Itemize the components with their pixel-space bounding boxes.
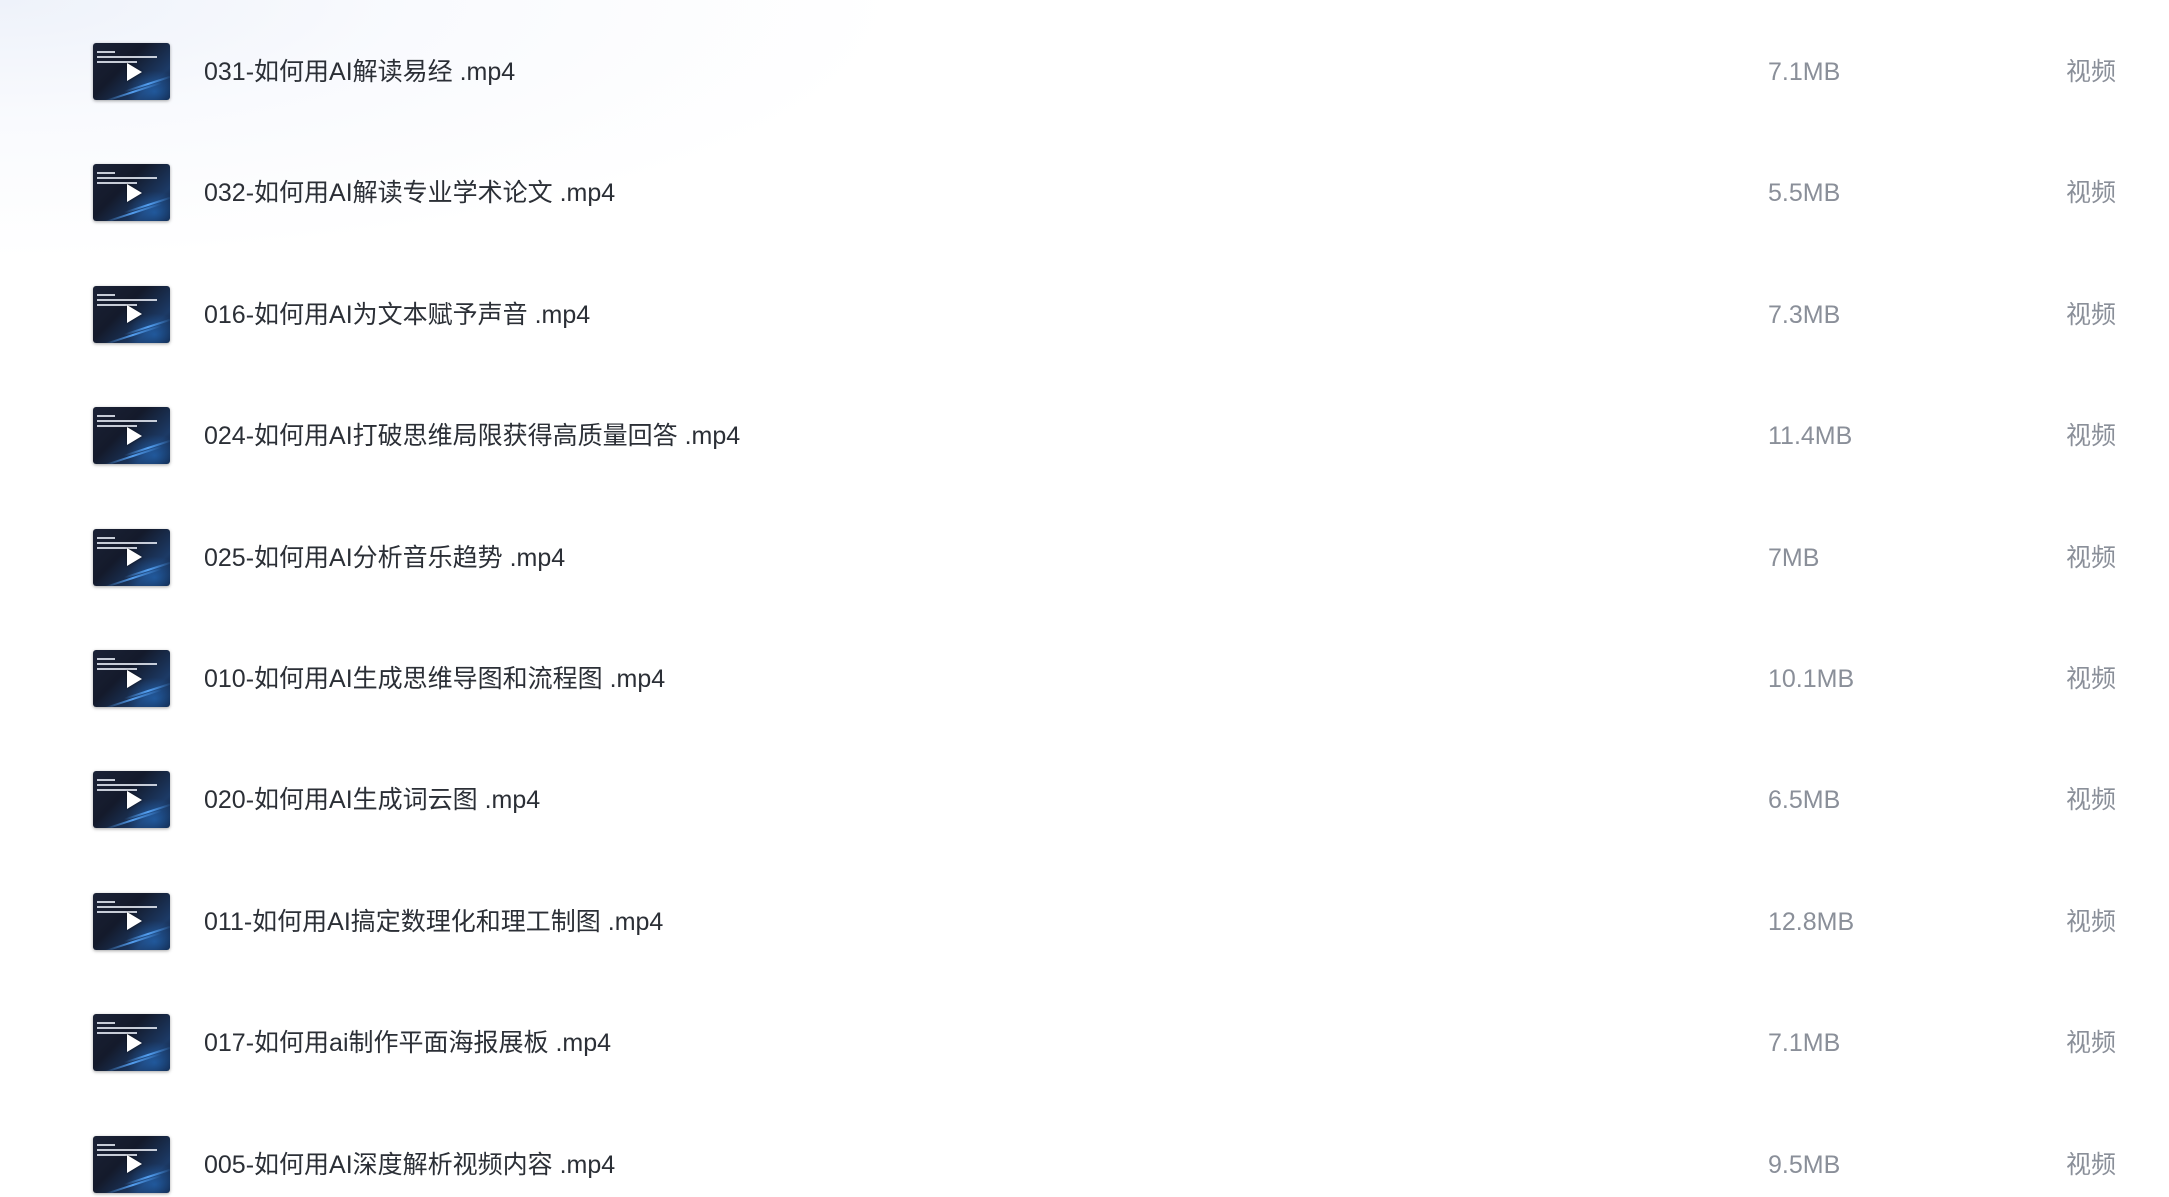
video-thumbnail[interactable] bbox=[93, 650, 170, 707]
file-name[interactable]: 032-如何用AI解读专业学术论文 .mp4 bbox=[204, 178, 615, 208]
video-thumbnail[interactable] bbox=[93, 43, 170, 100]
file-size: 7.1MB bbox=[1768, 58, 1841, 86]
thumbnail-light-streak bbox=[104, 445, 162, 465]
file-row[interactable]: 016-如何用AI为文本赋予声音 .mp4 7.3MB 视频 bbox=[0, 255, 2169, 375]
thumbnail-light-streak bbox=[104, 567, 162, 586]
file-size: 9.5MB bbox=[1768, 1150, 1841, 1179]
thumbnail-light-streak bbox=[104, 810, 162, 829]
video-play-icon bbox=[126, 548, 142, 567]
file-type: 视频 bbox=[2066, 543, 2117, 572]
thumbnail-light-streak bbox=[104, 203, 162, 222]
video-play-icon bbox=[126, 1033, 142, 1052]
file-list-page: 031-如何用AI解读易经 .mp4 7.1MB 视频 032-如何用AI解读专业学术… bbox=[0, 0, 2169, 1197]
video-thumbnail[interactable] bbox=[93, 285, 170, 343]
file-name[interactable]: 005-如何用AI深度解析视频内容 .mp4 bbox=[204, 1150, 615, 1180]
thumbnail-light-streak bbox=[104, 324, 162, 343]
video-play-icon bbox=[126, 183, 142, 202]
file-type: 视频 bbox=[2066, 58, 2117, 86]
file-type: 视频 bbox=[2066, 907, 2117, 936]
video-play-icon bbox=[126, 912, 142, 931]
file-type: 视频 bbox=[2066, 300, 2117, 329]
video-play-icon bbox=[126, 426, 142, 445]
file-type: 视频 bbox=[2066, 1150, 2117, 1179]
file-row[interactable]: 005-如何用AI深度解析视频内容 .mp4 9.5MB 视频 bbox=[0, 1105, 2169, 1197]
file-name[interactable]: 031-如何用AI解读易经 .mp4 bbox=[204, 57, 515, 87]
file-size: 7.1MB bbox=[1768, 1029, 1841, 1058]
file-row[interactable]: 017-如何用ai制作平面海报展板 .mp4 7.1MB 视频 bbox=[0, 983, 2169, 1103]
video-thumbnail[interactable] bbox=[93, 771, 170, 829]
file-size: 6.5MB bbox=[1768, 786, 1841, 815]
file-row[interactable]: 010-如何用AI生成思维导图和流程图 .mp4 10.1MB 视频 bbox=[0, 619, 2169, 739]
video-thumbnail[interactable] bbox=[93, 407, 170, 465]
file-row[interactable]: 024-如何用AI打破思维局限获得高质量回答 .mp4 11.4MB 视频 bbox=[0, 376, 2169, 496]
file-row[interactable]: 031-如何用AI解读易经 .mp4 7.1MB 视频 bbox=[0, 12, 2169, 132]
file-size: 10.1MB bbox=[1768, 665, 1855, 693]
file-type: 视频 bbox=[2066, 786, 2117, 815]
thumbnail-light-streak bbox=[104, 1174, 162, 1193]
thumbnail-light-streak bbox=[104, 81, 162, 100]
file-type: 视频 bbox=[2066, 1029, 2117, 1058]
video-thumbnail[interactable] bbox=[93, 164, 170, 222]
file-row[interactable]: 011-如何用AI搞定数理化和理工制图 .mp4 12.8MB 视频 bbox=[0, 862, 2169, 982]
file-size: 11.4MB bbox=[1768, 422, 1853, 451]
video-thumbnail[interactable] bbox=[93, 1135, 170, 1193]
thumbnail-light-streak bbox=[104, 688, 162, 707]
file-type: 视频 bbox=[2066, 179, 2117, 208]
file-name[interactable]: 025-如何用AI分析音乐趋势 .mp4 bbox=[204, 543, 565, 573]
file-size: 12.8MB bbox=[1768, 907, 1855, 936]
file-name[interactable]: 010-如何用AI生成思维导图和流程图 .mp4 bbox=[204, 664, 665, 694]
file-row[interactable]: 032-如何用AI解读专业学术论文 .mp4 5.5MB 视频 bbox=[0, 133, 2169, 253]
file-size: 5.5MB bbox=[1768, 179, 1841, 208]
video-play-icon bbox=[126, 1155, 142, 1174]
file-list: 031-如何用AI解读易经 .mp4 7.1MB 视频 032-如何用AI解读专业学术… bbox=[0, 0, 2169, 1197]
file-row[interactable]: 020-如何用AI生成词云图 .mp4 6.5MB 视频 bbox=[0, 740, 2169, 860]
thumbnail-light-streak bbox=[104, 931, 162, 950]
file-type: 视频 bbox=[2066, 422, 2117, 451]
file-type: 视频 bbox=[2066, 665, 2117, 693]
video-thumbnail[interactable] bbox=[93, 892, 170, 950]
file-name[interactable]: 024-如何用AI打破思维局限获得高质量回答 .mp4 bbox=[204, 421, 740, 451]
file-name[interactable]: 020-如何用AI生成词云图 .mp4 bbox=[204, 785, 540, 815]
file-name[interactable]: 016-如何用AI为文本赋予声音 .mp4 bbox=[204, 300, 590, 330]
file-size: 7.3MB bbox=[1768, 300, 1841, 329]
video-play-icon bbox=[126, 62, 142, 81]
thumbnail-light-streak bbox=[104, 1052, 162, 1072]
video-play-icon bbox=[126, 669, 142, 688]
file-size: 7MB bbox=[1768, 543, 1820, 572]
file-row[interactable]: 025-如何用AI分析音乐趋势 .mp4 7MB 视频 bbox=[0, 498, 2169, 618]
video-play-icon bbox=[126, 305, 142, 324]
video-play-icon bbox=[126, 790, 142, 809]
file-name[interactable]: 017-如何用ai制作平面海报展板 .mp4 bbox=[204, 1028, 611, 1058]
video-thumbnail[interactable] bbox=[93, 528, 170, 586]
video-thumbnail[interactable] bbox=[93, 1014, 170, 1072]
file-name[interactable]: 011-如何用AI搞定数理化和理工制图 .mp4 bbox=[204, 907, 663, 937]
